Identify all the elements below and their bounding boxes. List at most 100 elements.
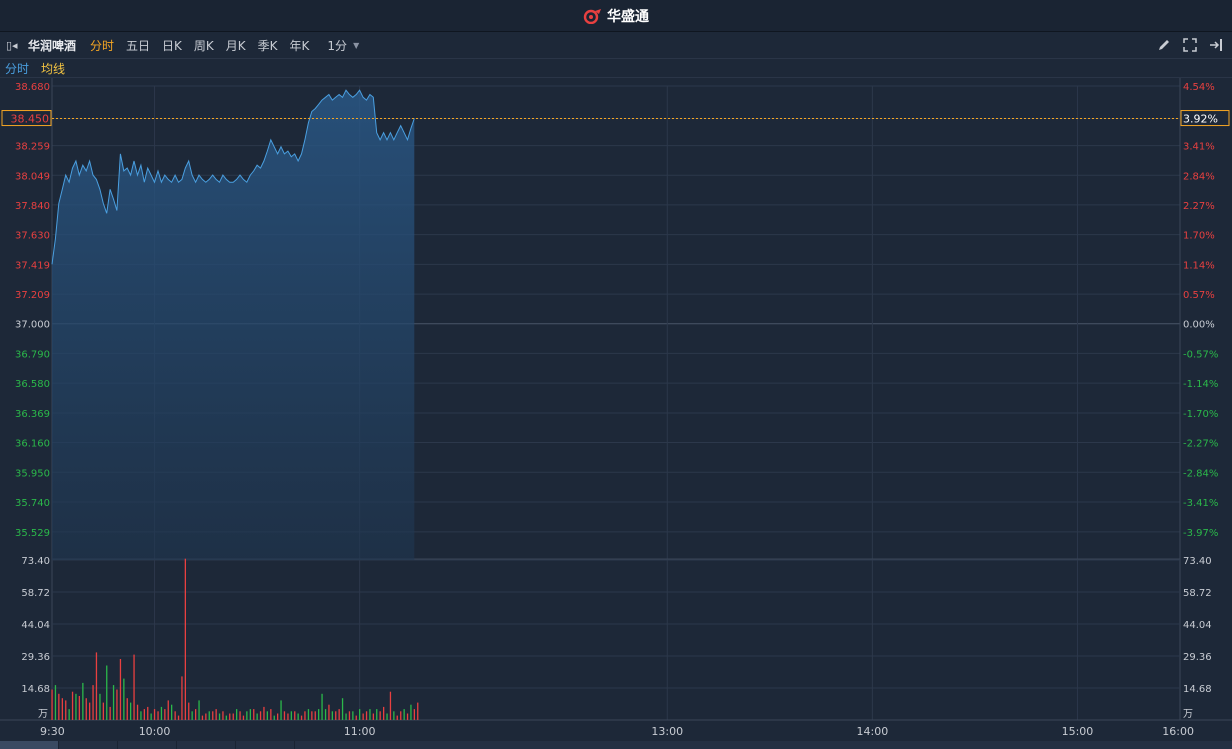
bottom-tab[interactable] [177, 741, 236, 749]
volume-bar [379, 711, 381, 720]
tab-yearly-k[interactable]: 年K [290, 37, 310, 54]
volume-bar [386, 713, 388, 720]
volume-bar [95, 652, 98, 720]
chevron-down-icon: ▼ [353, 40, 360, 50]
tab-quarterly-k[interactable]: 季K [258, 37, 278, 54]
volume-bar [222, 711, 224, 720]
volume-bar [249, 709, 251, 720]
volume-bar [413, 709, 415, 720]
volume-bar [191, 711, 193, 720]
time-tick-label: 15:00 [1062, 725, 1094, 738]
pct-tick-label: 2.84% [1183, 171, 1215, 182]
tab-daily-k[interactable]: 日K [162, 37, 182, 54]
volume-bar [256, 713, 258, 720]
price-tick-label: 38.259 [15, 142, 50, 153]
volume-bar [359, 709, 361, 720]
volume-bar [112, 685, 115, 720]
bottom-tab[interactable] [118, 741, 177, 749]
volume-bar [205, 713, 207, 720]
bottom-tab[interactable] [236, 741, 295, 749]
pct-tick-label: -2.27% [1183, 439, 1218, 450]
price-tick-label: 36.580 [15, 379, 50, 390]
time-tick-label: 10:00 [139, 725, 171, 738]
volume-tick-label-right: 73.40 [1183, 556, 1212, 567]
volume-bar [153, 709, 156, 720]
time-tick-label: 14:00 [857, 725, 889, 738]
price-tick-label: 35.740 [15, 498, 50, 509]
volume-bar [239, 711, 241, 720]
volume-tick-label-right: 29.36 [1183, 652, 1212, 663]
volume-bar [58, 693, 60, 720]
volume-bar [259, 711, 262, 720]
legend-average[interactable]: 均线 [41, 60, 65, 77]
volume-bar [174, 711, 176, 720]
fullscreen-icon[interactable] [1182, 37, 1198, 53]
volume-bar [389, 691, 392, 720]
volume-bars [51, 558, 419, 720]
volume-bar [61, 698, 63, 720]
volume-bar [198, 700, 200, 720]
volume-bar [147, 706, 149, 720]
collapse-panel-icon[interactable]: ▯◂ [6, 39, 22, 52]
expand-panel-icon[interactable] [1208, 37, 1224, 53]
volume-bar [280, 700, 282, 720]
volume-bar [393, 711, 395, 720]
volume-bar [311, 711, 313, 720]
volume-tick-label: 73.40 [21, 556, 50, 567]
volume-bar [417, 702, 419, 720]
volume-bar [365, 711, 368, 720]
pct-tick-label: 1.14% [1183, 260, 1215, 271]
volume-unit-label: 万 [38, 709, 48, 720]
volume-bar [253, 709, 255, 720]
volume-bar [184, 558, 186, 720]
volume-bar [403, 709, 405, 720]
volume-bar [130, 702, 132, 720]
volume-bar [294, 711, 296, 720]
volume-bar [78, 696, 80, 720]
volume-bar [75, 693, 77, 720]
volume-bar [396, 715, 398, 720]
volume-bar [270, 709, 272, 720]
volume-tick-label: 44.04 [21, 620, 50, 631]
price-tick-label: 37.209 [15, 290, 50, 301]
tab-five-day[interactable]: 五日 [126, 37, 150, 54]
volume-bar [321, 693, 323, 720]
volume-bar [287, 713, 289, 720]
volume-bar [177, 715, 180, 720]
bottom-tab[interactable] [0, 741, 59, 749]
chart-legend: 分时 均线 [0, 59, 1232, 78]
pencil-icon[interactable] [1156, 37, 1172, 53]
volume-bar [348, 711, 351, 720]
volume-bar [218, 713, 221, 720]
volume-bar [335, 711, 337, 720]
volume-tick-label-right: 14.68 [1183, 684, 1212, 695]
tab-monthly-k[interactable]: 月K [226, 37, 246, 54]
title-bar: 华盛通 [0, 0, 1232, 32]
volume-bar [201, 715, 204, 720]
volume-bar [164, 709, 166, 720]
pct-tick-label: 4.54% [1183, 82, 1215, 93]
tab-intraday[interactable]: 分时 [90, 37, 114, 54]
volume-bar [150, 713, 152, 720]
legend-price[interactable]: 分时 [5, 60, 29, 77]
volume-bar [123, 678, 125, 720]
intraday-chart[interactable]: 38.450 3.92% 38.680 4.54% 38.259 3.41% 38.049… [0, 78, 1232, 741]
volume-bar [232, 713, 234, 720]
brand-name: 华盛通 [607, 8, 649, 25]
volume-tick-label: 14.68 [21, 684, 50, 695]
bottom-tabs [0, 741, 1232, 749]
pct-tick-label: -3.41% [1183, 498, 1218, 509]
volume-bar [372, 713, 374, 720]
volume-bar [85, 698, 87, 720]
volume-bar [225, 715, 227, 720]
minute-interval-select[interactable]: 1分 ▼ [327, 37, 359, 54]
price-tick-label: 37.419 [15, 260, 50, 271]
tab-weekly-k[interactable]: 周K [194, 37, 214, 54]
current-price-label: 38.450 [11, 113, 50, 126]
bottom-tab[interactable] [59, 741, 118, 749]
volume-bar [119, 659, 122, 720]
price-tick-label: 36.790 [15, 349, 50, 360]
volume-bar [352, 711, 354, 720]
volume-bar [400, 711, 402, 720]
time-tick-label: 13:00 [651, 725, 683, 738]
